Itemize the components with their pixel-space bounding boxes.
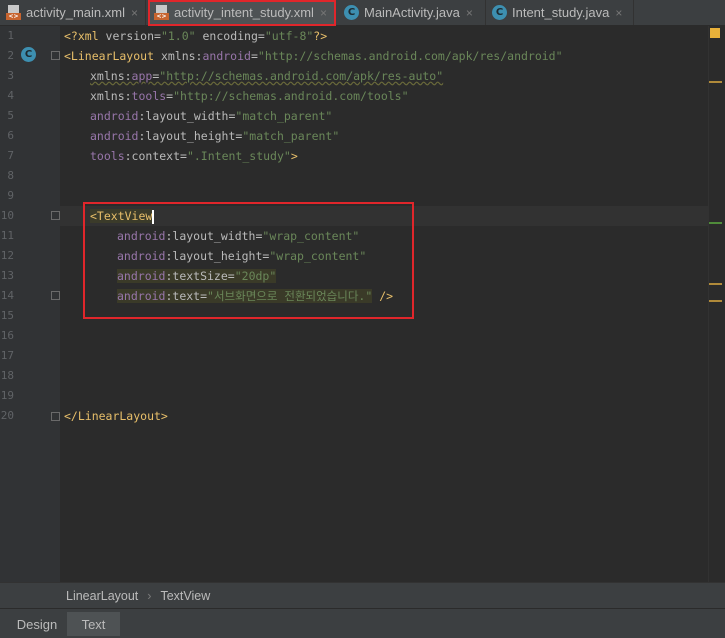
- code-line-6: android:layout_height="match_parent": [90, 129, 340, 143]
- close-icon[interactable]: ×: [320, 6, 327, 20]
- fold-toggle-icon[interactable]: [51, 51, 60, 60]
- breadcrumb-item-textview[interactable]: TextView: [160, 589, 210, 603]
- class-icon: C: [344, 5, 359, 20]
- line-number: 18: [0, 369, 14, 382]
- line-number: 19: [0, 389, 14, 402]
- line-number: 17: [0, 349, 14, 362]
- code-line-3: xmlns:app="http://schemas.android.com/ap…: [90, 69, 444, 83]
- warning-indicator-icon[interactable]: [710, 28, 720, 38]
- editor-tab-bar: <> activity_main.xml × <> activity_inten…: [0, 0, 725, 26]
- line-number: 6: [7, 129, 14, 142]
- tab-label: activity_intent_study.xml: [174, 5, 314, 20]
- line-number: 5: [7, 109, 14, 122]
- stripe-marker[interactable]: [709, 81, 722, 83]
- code-line-13: android:textSize="20dp": [117, 269, 277, 283]
- line-number: 13: [0, 269, 14, 282]
- line-number: 7: [7, 149, 14, 162]
- tab-label: activity_main.xml: [26, 5, 125, 20]
- fold-toggle-icon[interactable]: [51, 412, 60, 421]
- code-line-14: android:text="서브화면으로 전환되었습니다." />: [117, 289, 394, 303]
- line-number: 16: [0, 329, 14, 342]
- line-number: 20: [0, 409, 14, 422]
- breadcrumb-item-linearlayout[interactable]: LinearLayout: [66, 589, 138, 603]
- tab-intent-study-java[interactable]: C Intent_study.java ×: [486, 0, 634, 25]
- tab-design[interactable]: Design: [8, 612, 66, 636]
- class-icon: C: [492, 5, 507, 20]
- fold-toggle-icon[interactable]: [51, 211, 60, 220]
- code-line-20: </LinearLayout>: [64, 409, 168, 423]
- xml-file-icon: <>: [6, 5, 21, 20]
- line-number: 12: [0, 249, 14, 262]
- text-cursor: [152, 209, 155, 224]
- line-number: 1: [7, 29, 14, 42]
- current-line-highlight: [60, 206, 708, 226]
- editor-mode-bar: Design Text: [0, 608, 725, 638]
- code-line-1: <?xml version="1.0" encoding="utf-8"?>: [64, 29, 328, 43]
- tab-label: MainActivity.java: [364, 5, 460, 20]
- line-number: 2: [7, 49, 14, 62]
- line-number: 11: [0, 229, 14, 242]
- line-number: 14: [0, 289, 14, 302]
- breadcrumb-separator: ›: [147, 588, 152, 603]
- line-number: 9: [7, 189, 14, 202]
- tab-mainactivity-java[interactable]: C MainActivity.java ×: [338, 0, 486, 25]
- xml-file-icon: <>: [154, 5, 169, 20]
- tab-activity-main-xml[interactable]: <> activity_main.xml ×: [0, 0, 146, 25]
- class-gutter-icon[interactable]: C: [21, 47, 36, 62]
- code-line-11: android:layout_width="wrap_content": [117, 229, 360, 243]
- line-number: 3: [7, 69, 14, 82]
- stripe-marker[interactable]: [709, 300, 722, 302]
- stripe-marker[interactable]: [709, 222, 722, 224]
- breadcrumb: LinearLayout › TextView: [0, 582, 725, 608]
- stripe-marker[interactable]: [709, 283, 722, 285]
- fold-toggle-icon[interactable]: [51, 291, 60, 300]
- close-icon[interactable]: ×: [466, 6, 473, 20]
- code-line-7: tools:context=".Intent_study">: [90, 149, 298, 163]
- code-line-10: <TextView: [90, 209, 155, 224]
- code-line-5: android:layout_width="match_parent": [90, 109, 333, 123]
- tab-label: Intent_study.java: [512, 5, 610, 20]
- code-line-12: android:layout_height="wrap_content": [117, 249, 367, 263]
- error-stripe[interactable]: [708, 26, 725, 582]
- tab-text[interactable]: Text: [67, 612, 120, 636]
- line-number: 15: [0, 309, 14, 322]
- line-number: 8: [7, 169, 14, 182]
- tab-activity-intent-study-xml[interactable]: <> activity_intent_study.xml ×: [148, 0, 336, 25]
- line-number: 4: [7, 89, 14, 102]
- code-line-4: xmlns:tools="http://schemas.android.com/…: [90, 89, 409, 103]
- line-number: 10: [0, 209, 14, 222]
- close-icon[interactable]: ×: [131, 6, 138, 20]
- code-line-2: <LinearLayout xmlns:android="http://sche…: [64, 49, 563, 63]
- close-icon[interactable]: ×: [615, 6, 622, 20]
